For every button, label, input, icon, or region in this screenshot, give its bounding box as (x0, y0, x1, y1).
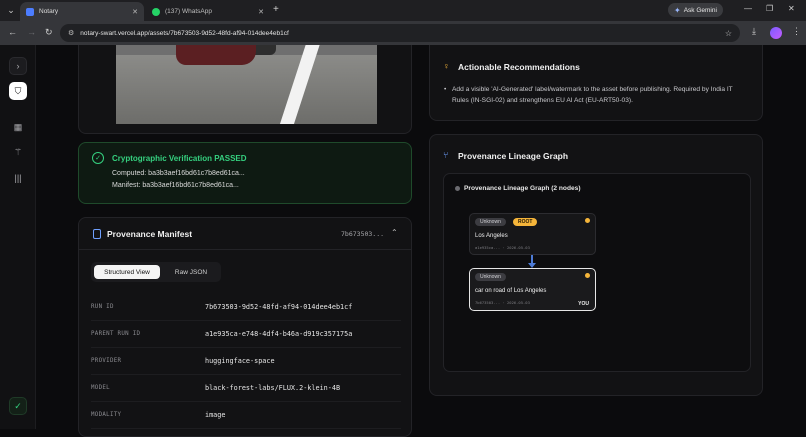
tab-title: (137) WhatsApp (165, 8, 212, 15)
manifest-row: MODALITY image (91, 402, 401, 429)
git-branch-icon: ⑂ (443, 150, 449, 160)
site-info-icon[interactable]: ⚙ (68, 29, 74, 37)
asset-image (116, 45, 377, 124)
computed-hash: Computed: ba3b3aef16bd61c7b8ed61ca... (112, 170, 245, 177)
url-text: notary-swart.vercel.app/assets/7b673503-… (80, 29, 289, 37)
download-icon[interactable]: ⤓ (752, 26, 756, 37)
lineage-node-root[interactable]: Unknown ROOT Los Angeles a1e935ca... · 2… (469, 213, 596, 255)
structured-view-tab[interactable]: Structured View (94, 265, 160, 279)
bookmark-star-icon[interactable]: ☆ (725, 29, 732, 38)
tab-notary[interactable]: Notary ✕ (20, 2, 144, 21)
ask-gemini-label: Ask Gemini (683, 6, 717, 14)
forward-icon[interactable]: → (27, 27, 36, 37)
node-meta: a1e935ca... · 2026-05-03 (475, 245, 530, 250)
lineage-node-current[interactable]: Unknown car on road of Los Angeles 7b673… (469, 268, 596, 311)
lineage-title: Provenance Lineage Graph (458, 151, 569, 161)
tab-strip: ⌄ Notary ✕ (137) WhatsApp ✕ + ✦ Ask Gemi… (0, 0, 806, 21)
node-status-dot (585, 273, 590, 278)
field-value: huggingface-space (205, 357, 275, 365)
field-value: image (205, 411, 226, 419)
node-name: Los Angeles (475, 233, 508, 239)
profile-avatar[interactable] (770, 27, 782, 39)
node-status-badge: Unknown (475, 273, 506, 281)
node-meta: 7b673503... · 2026-05-03 (475, 300, 530, 305)
graph-title: Provenance Lineage Graph (2 nodes) (464, 185, 581, 192)
tab-search-icon[interactable]: ⌄ (4, 3, 18, 17)
chevron-up-icon[interactable]: ⌃ (391, 228, 398, 237)
manifest-row: PROVIDER huggingface-space (91, 348, 401, 375)
recommendations-title: Actionable Recommendations (458, 62, 580, 72)
tab-title: Notary (39, 8, 59, 15)
manifest-row: RUN ID 7b673503-9d52-48fd-af94-014dee4eb… (91, 294, 401, 321)
shield-nav-icon[interactable]: ⛉ (9, 82, 27, 100)
recommendations-card: ♀ Actionable Recommendations Add a visib… (429, 45, 763, 121)
field-value: a1e935ca-e748-4df4-b46a-d919c357175a (205, 330, 353, 338)
magic-wand-icon[interactable]: ⚚ (9, 143, 27, 161)
close-tab-icon[interactable]: ✕ (132, 8, 138, 16)
side-rail: › ⛉ ▦ ⚚ ||| ✓ (0, 45, 36, 429)
check-circle-icon: ✓ (92, 152, 104, 164)
address-toolbar: ← → ↻ ⚙ notary-swart.vercel.app/assets/7… (0, 21, 806, 45)
field-key: PROVIDER (91, 358, 122, 364)
menu-kebab-icon[interactable]: ⋮ (792, 26, 801, 37)
node-status-badge: Unknown (475, 218, 506, 226)
manifest-title: Provenance Manifest (107, 229, 193, 239)
view-toggle: Structured View Raw JSON (91, 262, 221, 282)
app-main: › ⛉ ▦ ⚚ ||| ✓ ✓ Cryptographic Verificati… (0, 45, 806, 437)
lightbulb-icon: ♀ (443, 61, 450, 71)
manifest-fields: RUN ID 7b673503-9d52-48fd-af94-014dee4eb… (91, 294, 401, 429)
back-icon[interactable]: ← (8, 27, 17, 37)
field-value: black-forest-labs/FLUX.2-klein-4B (205, 384, 341, 392)
gemini-spark-icon: ✦ (674, 5, 681, 15)
root-badge: ROOT (513, 218, 538, 226)
node-name: car on road of Los Angeles (475, 288, 547, 294)
close-window-icon[interactable]: ✕ (788, 4, 795, 13)
restore-icon[interactable]: ❐ (766, 4, 773, 13)
raw-json-tab[interactable]: Raw JSON (163, 265, 219, 279)
manifest-header[interactable]: Provenance Manifest 7b673503... ⌃ (79, 218, 411, 250)
provenance-manifest-card: Provenance Manifest 7b673503... ⌃ Struct… (78, 217, 412, 437)
address-bar[interactable]: ⚙ notary-swart.vercel.app/assets/7b67350… (60, 24, 740, 42)
field-key: MODEL (91, 385, 110, 391)
verification-card: ✓ Cryptographic Verification PASSED Comp… (78, 142, 412, 204)
library-icon[interactable]: ||| (9, 169, 27, 187)
dashboard-grid-icon[interactable]: ▦ (9, 118, 27, 136)
manifest-row: PARENT RUN ID a1e935ca-e748-4df4-b46a-d9… (91, 321, 401, 348)
you-label: YOU (578, 301, 589, 307)
tab-whatsapp[interactable]: (137) WhatsApp ✕ (146, 2, 270, 21)
reload-icon[interactable]: ↻ (45, 27, 53, 38)
asset-preview-card (78, 45, 412, 134)
lineage-card: ⑂ Provenance Lineage Graph Provenance Li… (429, 134, 763, 396)
close-tab-icon[interactable]: ✕ (258, 8, 264, 16)
new-tab-icon[interactable]: + (273, 4, 279, 15)
node-status-dot (585, 218, 590, 223)
minimize-icon[interactable]: — (744, 4, 752, 13)
field-key: RUN ID (91, 304, 114, 310)
notary-favicon-icon (26, 7, 34, 16)
ask-gemini-button[interactable]: ✦ Ask Gemini (668, 3, 723, 17)
field-key: MODALITY (91, 412, 122, 418)
manifest-row: MODEL black-forest-labs/FLUX.2-klein-4B (91, 375, 401, 402)
whatsapp-favicon-icon (152, 7, 160, 16)
field-key: PARENT RUN ID (91, 331, 141, 337)
lineage-graph: Provenance Lineage Graph (2 nodes) Unkno… (443, 173, 751, 372)
expand-sidebar-icon[interactable]: › (9, 57, 27, 75)
manifest-hash-short: 7b673503... (341, 230, 385, 238)
field-value: 7b673503-9d52-48fd-af94-014dee4eb1cf (205, 303, 353, 311)
manifest-hash: Manifest: ba3b3aef16bd61c7b8ed61ca... (112, 182, 239, 189)
document-icon (93, 229, 101, 239)
verified-shield-icon[interactable]: ✓ (9, 397, 27, 415)
recommendation-item: Add a visible 'AI-Generated' label/water… (444, 84, 748, 106)
verification-title: Cryptographic Verification PASSED (112, 154, 247, 163)
graph-dot-icon (455, 186, 460, 191)
